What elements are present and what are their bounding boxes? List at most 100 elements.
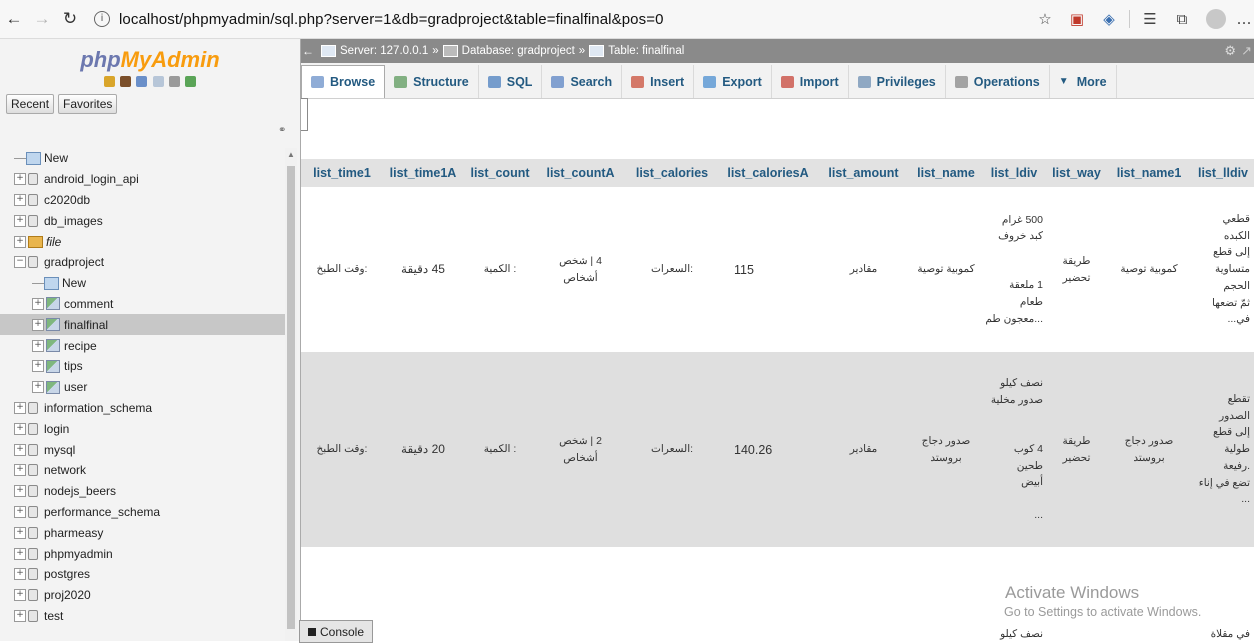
cell-time1a[interactable]: 45 دقيقة bbox=[383, 187, 463, 352]
profile-avatar[interactable] bbox=[1206, 9, 1226, 29]
tree-item-android-login-api[interactable]: + android_login_api bbox=[0, 169, 290, 190]
cell-caloriesa[interactable]: 115 bbox=[720, 187, 816, 352]
cell-amount[interactable]: مقادير bbox=[816, 352, 911, 547]
cell-name1[interactable]: صدور دجاج بروستد bbox=[1106, 352, 1192, 547]
scroll-up-arrow-icon[interactable]: ▲ bbox=[287, 150, 295, 159]
cell-way[interactable]: طريقة تحضير bbox=[1047, 352, 1106, 547]
column-header-list-time1a[interactable]: list_time1A bbox=[383, 159, 463, 187]
expand-icon[interactable]: + bbox=[14, 589, 26, 602]
expand-icon[interactable]: + bbox=[32, 318, 44, 331]
tree-item-tips[interactable]: + tips bbox=[0, 356, 290, 377]
tree-item-phpmyadmin[interactable]: + phpmyadmin bbox=[0, 543, 290, 564]
expand-icon[interactable]: + bbox=[14, 173, 26, 186]
cell-counta[interactable]: 2 | شخص أشخاص bbox=[537, 352, 624, 547]
cell-time1[interactable]: :وقت الطبخ bbox=[301, 187, 383, 352]
expand-icon[interactable]: + bbox=[14, 547, 26, 560]
expand-icon[interactable]: + bbox=[14, 214, 26, 227]
cell-counta[interactable]: 4 | شخص أشخاص bbox=[537, 187, 624, 352]
cell-count[interactable]: : الكمية bbox=[463, 352, 537, 547]
cell-calories[interactable]: :السعرات bbox=[624, 352, 720, 547]
tree-item-gradproject[interactable]: − gradproject bbox=[0, 252, 290, 273]
expand-icon[interactable]: + bbox=[14, 526, 26, 539]
column-header-list-caloriesa[interactable]: list_caloriesA bbox=[720, 159, 816, 187]
tab-more[interactable]: ▼ More bbox=[1050, 65, 1117, 98]
expand-icon[interactable]: + bbox=[32, 381, 44, 394]
expand-icon[interactable]: + bbox=[14, 401, 26, 414]
cell-way[interactable]: طريقة تحضير bbox=[1047, 187, 1106, 352]
column-header-list-count[interactable]: list_count bbox=[463, 159, 537, 187]
settings-icon[interactable] bbox=[169, 76, 181, 87]
expand-icon[interactable]: + bbox=[14, 505, 26, 518]
cell-lldiv[interactable]: في مقلاة على bbox=[1192, 547, 1254, 641]
cell-counta[interactable]: 4 | شخص bbox=[537, 547, 624, 641]
cell-caloriesa[interactable]: 140.26 bbox=[720, 352, 816, 547]
back-arrow-icon[interactable]: ← bbox=[0, 9, 28, 29]
logout-icon[interactable] bbox=[119, 76, 131, 87]
reload-icon[interactable]: ↻ bbox=[56, 9, 84, 29]
column-header-list-ldiv[interactable]: list_ldiv bbox=[981, 159, 1047, 187]
tree-item-new[interactable]: New bbox=[0, 148, 290, 169]
tree-item-proj2020[interactable]: + proj2020 bbox=[0, 585, 290, 606]
phpmyadmin-logo[interactable]: phpMyAdmin bbox=[0, 47, 300, 73]
tree-item-postgres[interactable]: + postgres bbox=[0, 564, 290, 585]
tree-item-comment[interactable]: + comment bbox=[0, 294, 290, 315]
pocket-extension-icon[interactable]: ▣ bbox=[1061, 10, 1093, 28]
cell-count[interactable]: : الكمية bbox=[463, 187, 537, 352]
info-icon[interactable]: i bbox=[94, 11, 110, 27]
console-button[interactable]: Console bbox=[299, 620, 373, 643]
cell-time1a[interactable]: 35 دقيقة bbox=[383, 547, 463, 641]
expand-icon[interactable]: + bbox=[32, 297, 44, 310]
extension-icon[interactable]: ◈ bbox=[1093, 10, 1125, 28]
cell-amount[interactable] bbox=[816, 547, 911, 641]
sidebar-scrollbar[interactable]: ▲ bbox=[285, 148, 297, 641]
reload-nav-icon[interactable] bbox=[185, 76, 197, 87]
tree-item-c2020db[interactable]: + c2020db bbox=[0, 190, 290, 211]
table-row[interactable]: :وقت الطبخ 45 دقيقة: الكمية 4 | شخص أشخاص:… bbox=[301, 187, 1254, 352]
favorites-list-icon[interactable]: ☰ bbox=[1134, 10, 1166, 28]
tab-export[interactable]: Export bbox=[694, 65, 772, 98]
expand-icon[interactable]: + bbox=[14, 422, 26, 435]
cell-name[interactable]: صدور دجاج بروستد bbox=[911, 352, 981, 547]
tree-item-recipe[interactable]: + recipe bbox=[0, 335, 290, 356]
expand-icon[interactable]: + bbox=[32, 360, 44, 373]
breadcrumb-server[interactable]: Server: 127.0.0.1 bbox=[340, 45, 428, 57]
table-row[interactable]: :وقت الطبخ 20 دقيقة: الكمية 2 | شخص أشخاص:… bbox=[301, 352, 1254, 547]
expand-icon[interactable]: + bbox=[14, 443, 26, 456]
column-header-list-lldiv[interactable]: list_lldiv bbox=[1192, 159, 1254, 187]
tree-item-information-schema[interactable]: + information_schema bbox=[0, 398, 290, 419]
cell-lldiv[interactable]: قطعي الكبده إلى قطع متساوية الحجم ثمّ تضعها… bbox=[1192, 187, 1254, 352]
column-header-list-time1[interactable]: list_time1 bbox=[301, 159, 383, 187]
tree-item-nodejs-beers[interactable]: + nodejs_beers bbox=[0, 481, 290, 502]
tree-item-finalfinal[interactable]: + finalfinal bbox=[0, 314, 290, 336]
expand-icon[interactable]: + bbox=[14, 464, 26, 477]
tree-item-db-images[interactable]: + db_images bbox=[0, 210, 290, 231]
column-header-list-calories[interactable]: list_calories bbox=[624, 159, 720, 187]
collapse-icon[interactable]: − bbox=[14, 256, 26, 269]
column-header-list-way[interactable]: list_way bbox=[1047, 159, 1106, 187]
tree-item-pharmeasy[interactable]: + pharmeasy bbox=[0, 522, 290, 543]
tree-item-network[interactable]: + network bbox=[0, 460, 290, 481]
tab-search[interactable]: Search bbox=[542, 65, 623, 98]
home-icon[interactable] bbox=[103, 76, 115, 87]
collapse-arrow-icon[interactable]: ← bbox=[301, 44, 315, 58]
column-header-list-name[interactable]: list_name bbox=[911, 159, 981, 187]
tree-item-file[interactable]: + file bbox=[0, 231, 290, 252]
column-header-list-name1[interactable]: list_name1 bbox=[1106, 159, 1192, 187]
table-row[interactable]: 35 دقيقة: الكمية4 | شخص:السعرات180 الرقاق… bbox=[301, 547, 1254, 641]
favorite-star-icon[interactable]: ☆ bbox=[1029, 10, 1061, 28]
cell-ldiv[interactable]: نصف كيلومن الرقاق bbox=[981, 547, 1047, 641]
cell-caloriesa[interactable]: 180 bbox=[720, 547, 816, 641]
expand-icon[interactable]: + bbox=[14, 568, 26, 581]
recent-button[interactable]: Recent bbox=[6, 94, 55, 114]
tab-sql[interactable]: SQL bbox=[479, 65, 543, 98]
docs-icon[interactable] bbox=[152, 76, 164, 87]
expand-arrow-icon[interactable]: ↗ bbox=[1241, 43, 1252, 59]
expand-icon[interactable]: + bbox=[32, 339, 44, 352]
cell-time1a[interactable]: 20 دقيقة bbox=[383, 352, 463, 547]
query-box[interactable] bbox=[301, 98, 308, 131]
cell-lldiv[interactable]: تقطع الصدور إلى قطع طولية .رفيعة تضع في إنا… bbox=[1192, 352, 1254, 547]
cell-name[interactable]: الرقاق باللحم bbox=[911, 547, 981, 641]
cell-calories[interactable]: :السعرات bbox=[624, 547, 720, 641]
cell-name1[interactable]: الرقاق باللحم bbox=[1106, 547, 1192, 641]
expand-icon[interactable]: + bbox=[14, 485, 26, 498]
